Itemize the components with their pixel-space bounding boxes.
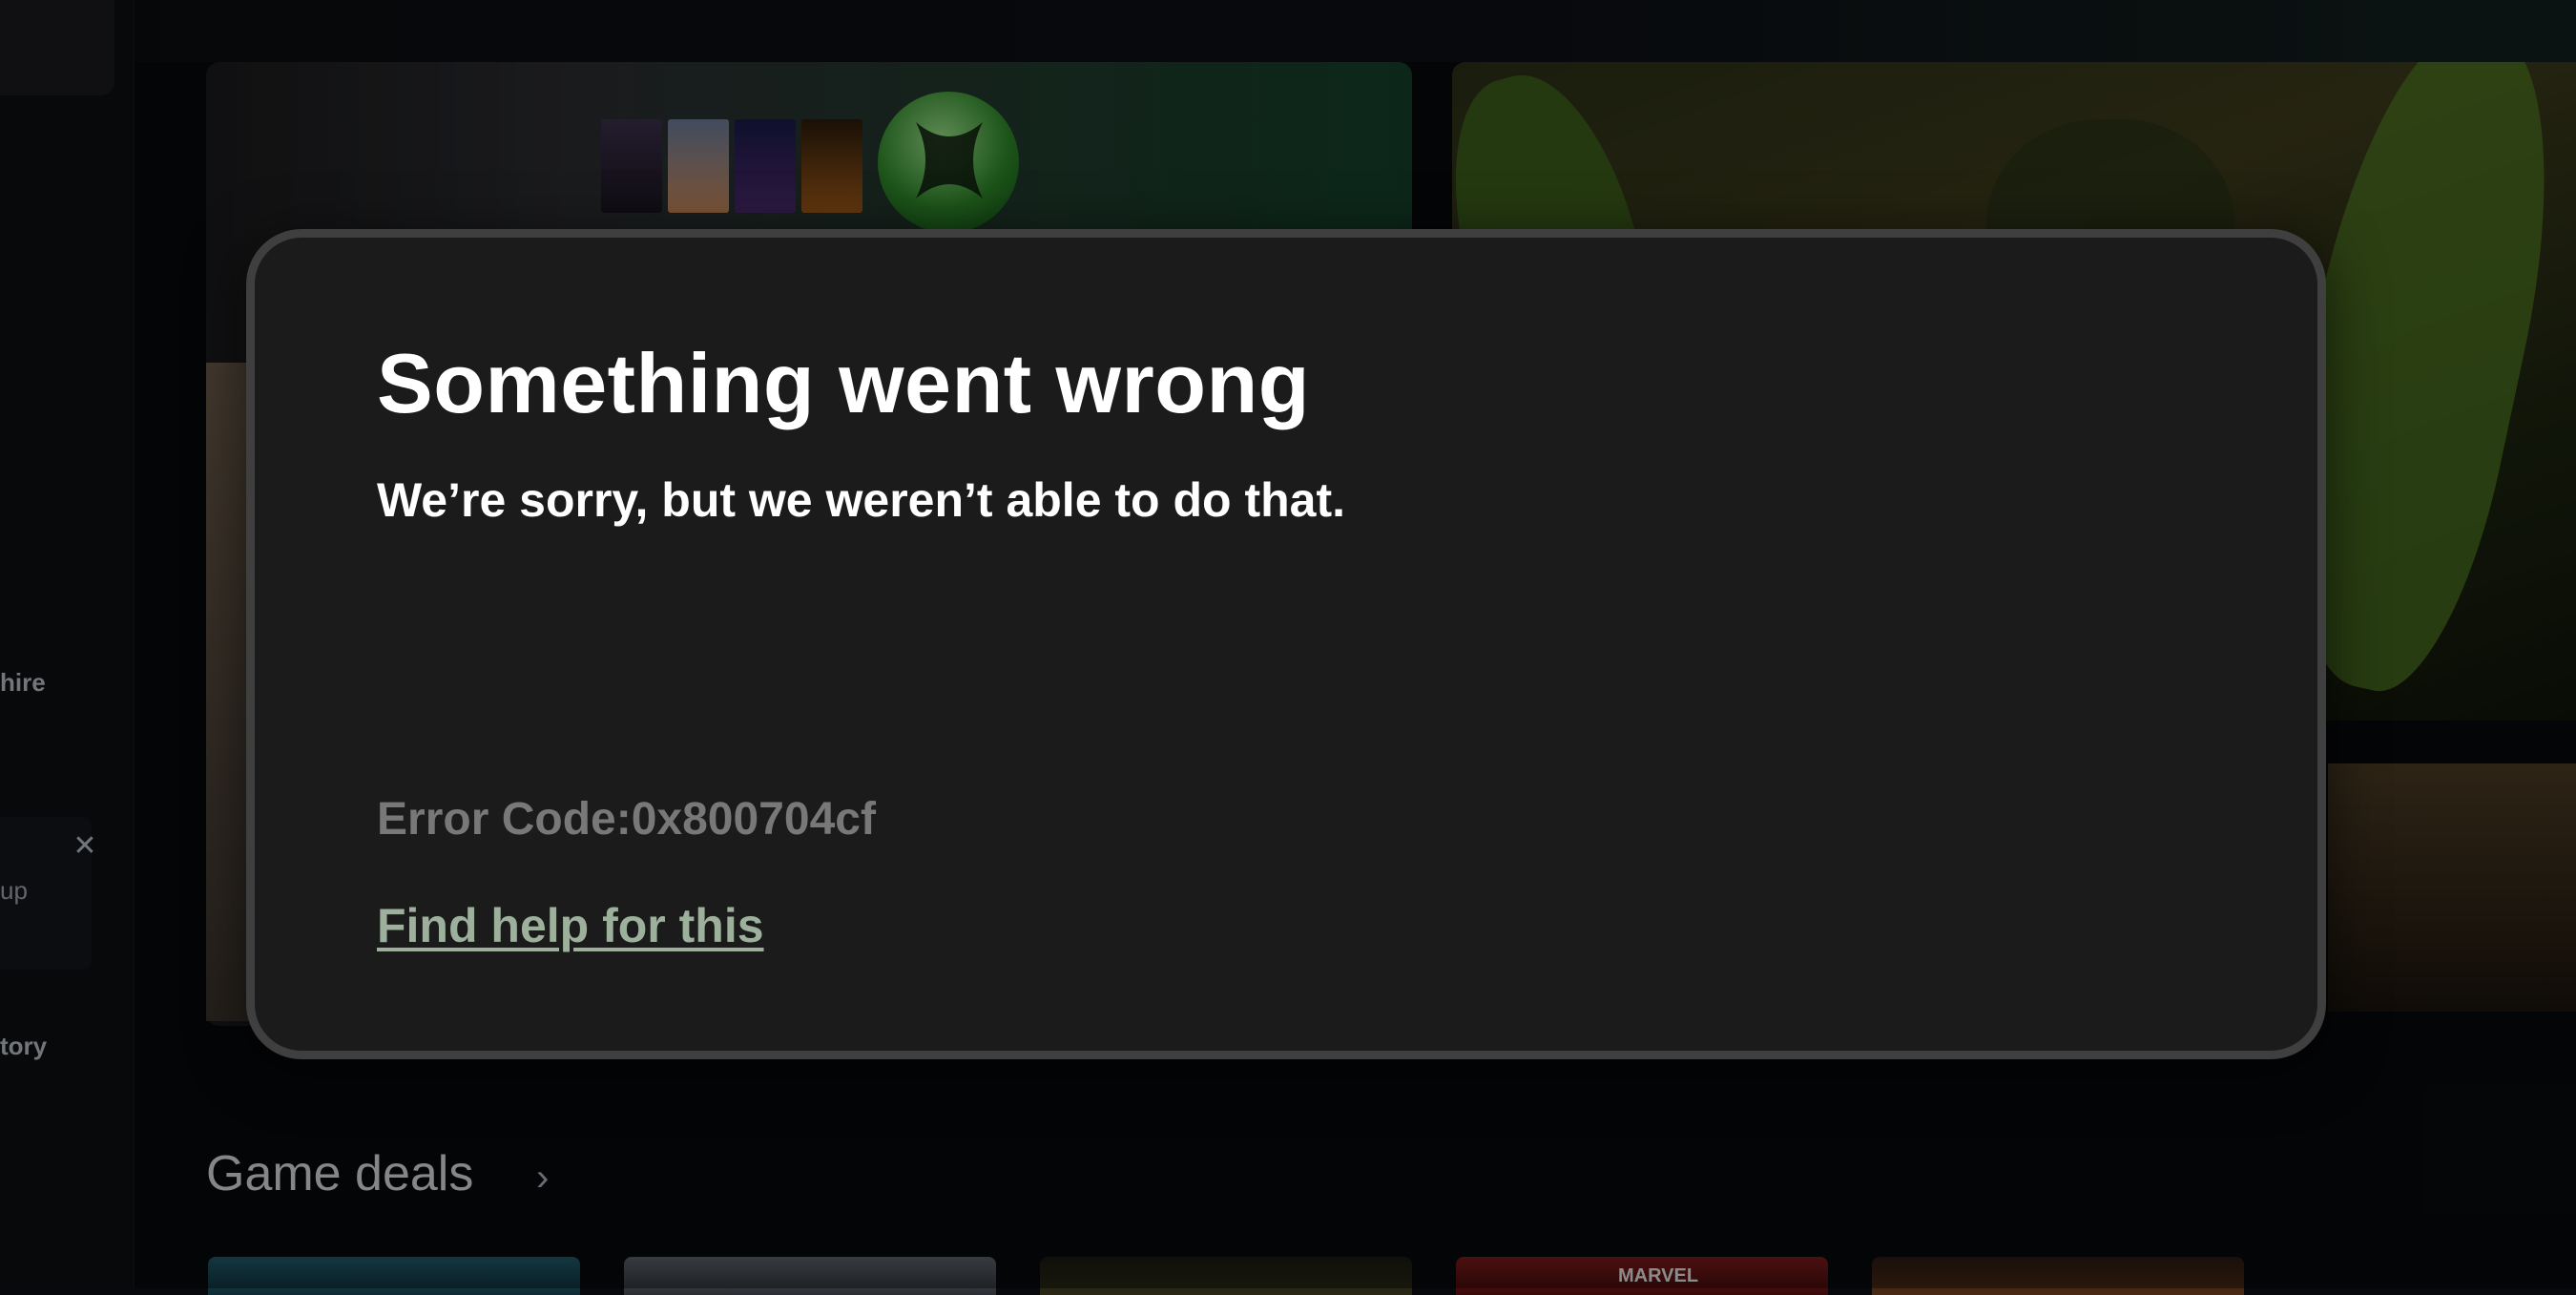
error-dialog: Something went wrong We’re sorry, but we…	[246, 229, 2326, 1059]
error-code: Error Code:0x800704cf	[377, 794, 876, 845]
find-help-link[interactable]: Find help for this	[377, 898, 764, 953]
dialog-message: We’re sorry, but we weren’t able to do t…	[377, 473, 1345, 527]
dialog-title: Something went wrong	[377, 336, 1310, 430]
